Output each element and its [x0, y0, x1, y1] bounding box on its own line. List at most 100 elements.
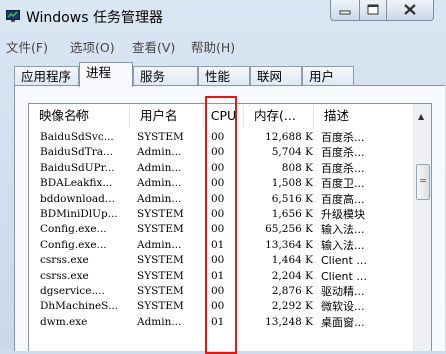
process-description: 输入法...	[321, 223, 365, 237]
process-memory: 12,688 K	[265, 131, 313, 143]
table-row[interactable]: BaiduSdTra... Admin... 00 5,704 K 百度杀...	[29, 145, 413, 160]
process-memory: 2,204 K	[271, 269, 313, 282]
process-user: SYSTEM	[137, 254, 184, 267]
table-row[interactable]: Config.exe... Admin... 01 13,364 K 输入法..…	[29, 238, 413, 253]
minimize-button[interactable]	[330, 0, 360, 21]
table-row[interactable]: BaiduSdSvc... SYSTEM 00 12,688 K 百度杀...	[29, 130, 413, 145]
menu-help[interactable]: 帮助(H)	[191, 37, 235, 56]
process-name: Config.exe...	[40, 223, 107, 236]
window-title: Windows 任务管理器	[26, 10, 163, 26]
process-list[interactable]: 映像名称 ▲ 用户名 CPU 内存(... 描述 BaiduSdSvc... S…	[28, 103, 432, 351]
process-description: 升级模块	[321, 207, 365, 221]
table-row[interactable]: BaiduSdUPr... Admin... 00 808 K 百度杀...	[29, 161, 413, 176]
table-row[interactable]: csrss.exe SYSTEM 01 2,204 K Client ...	[29, 269, 413, 284]
tab-bar: 应用程序 进程 服务 性能 联网 用户	[0, 62, 446, 87]
process-user: SYSTEM	[137, 300, 184, 313]
tab-applications[interactable]: 应用程序	[14, 66, 79, 86]
process-name: csrss.exe	[40, 254, 89, 267]
maximize-button[interactable]	[359, 0, 387, 21]
process-name: BaiduSdSvc...	[40, 131, 114, 143]
column-header-row: 映像名称 ▲ 用户名 CPU 内存(... 描述	[29, 104, 413, 130]
process-name: BaiduSdTra...	[40, 146, 114, 159]
close-button[interactable]	[386, 0, 434, 21]
process-cpu: 01	[211, 315, 225, 328]
process-description: 桌面窗...	[321, 315, 365, 329]
process-user: SYSTEM	[137, 269, 184, 282]
process-cpu: 00	[211, 192, 225, 205]
process-description: 百度高...	[321, 192, 365, 206]
title-bar[interactable]: Windows 任务管理器	[0, 0, 446, 32]
process-cpu: 00	[211, 146, 225, 159]
process-name: csrss.exe	[40, 269, 89, 282]
process-name: Config.exe...	[40, 238, 107, 251]
process-description: 百度卫...	[321, 177, 365, 191]
process-memory: 2,876 K	[271, 284, 313, 297]
menu-file[interactable]: 文件(F)	[6, 37, 48, 56]
process-user: Admin...	[137, 315, 182, 328]
column-header-label: 映像名称	[39, 108, 90, 123]
process-user: SYSTEM	[137, 284, 184, 297]
process-user: Admin...	[137, 161, 182, 174]
table-row[interactable]: csrss.exe SYSTEM 00 1,464 K Client ...	[29, 253, 413, 268]
tab-performance[interactable]: 性能	[198, 66, 250, 86]
process-cpu: 00	[211, 254, 225, 267]
grip-icon	[420, 179, 426, 182]
column-header-cpu[interactable]: CPU	[204, 104, 244, 128]
process-cpu: 00	[211, 300, 225, 313]
process-description: 百度杀...	[321, 131, 365, 144]
process-memory: 13,364 K	[265, 238, 313, 251]
process-cpu: 00	[211, 131, 225, 143]
process-description: 百度杀...	[321, 161, 365, 175]
tab-services[interactable]: 服务	[133, 66, 198, 86]
process-cpu: 00	[211, 284, 225, 297]
table-row[interactable]: BDALeakfix... Admin... 00 1,508 K 百度卫...	[29, 176, 413, 191]
process-description: Client ...	[321, 254, 367, 268]
process-cpu: 01	[211, 269, 225, 282]
process-description: Client ...	[321, 269, 367, 283]
process-cpu: 01	[211, 238, 225, 251]
maximize-icon	[367, 4, 379, 15]
process-memory: 1,656 K	[271, 207, 313, 220]
scrollbar-thumb[interactable]	[416, 164, 430, 200]
column-header-user[interactable]: 用户名	[130, 104, 204, 128]
process-user: Admin...	[137, 192, 182, 205]
process-name: dwm.exe	[40, 315, 88, 328]
minimize-icon	[339, 10, 351, 15]
vertical-scrollbar[interactable]: ▲	[413, 104, 431, 351]
process-memory: 5,704 K	[271, 146, 313, 159]
table-row[interactable]: dwm.exe Admin... 01 13,248 K 桌面窗...	[29, 315, 413, 330]
menu-options[interactable]: 选项(O)	[70, 37, 115, 56]
close-icon	[404, 4, 416, 15]
scroll-up-arrow-icon[interactable]: ▲	[418, 112, 424, 121]
table-row[interactable]: BDMiniDlUp... SYSTEM 00 1,656 K 升级模块	[29, 207, 413, 222]
process-description: 驱动精...	[321, 284, 365, 298]
process-name: dgservice....	[40, 284, 105, 297]
menu-view[interactable]: 查看(V)	[132, 37, 175, 56]
process-name: BDMiniDlUp...	[40, 207, 118, 220]
tab-users[interactable]: 用户	[302, 66, 354, 86]
process-memory: 1,508 K	[271, 177, 313, 190]
process-name: bddownload...	[40, 192, 115, 205]
table-row[interactable]: dgservice.... SYSTEM 00 2,876 K 驱动精...	[29, 284, 413, 299]
process-description: 百度杀...	[321, 146, 365, 160]
process-cpu: 00	[211, 161, 225, 174]
task-manager-window: Windows 任务管理器 文件(F) 选项(O) 查看(V) 帮助(H) 应用…	[0, 0, 446, 354]
table-row[interactable]: Config.exe... SYSTEM 00 65,256 K 输入法...	[29, 222, 413, 237]
column-header-image-name[interactable]: 映像名称 ▲	[29, 104, 130, 128]
table-row[interactable]: DhMachineS... SYSTEM 00 2,292 K 微软设...	[29, 299, 413, 314]
process-memory: 2,292 K	[271, 300, 313, 313]
process-user: SYSTEM	[137, 207, 184, 220]
tab-networking[interactable]: 联网	[250, 66, 302, 86]
process-memory: 808 K	[281, 161, 313, 174]
process-cpu: 00	[211, 177, 225, 190]
table-row[interactable]: bddownload... Admin... 00 6,516 K 百度高...	[29, 192, 413, 207]
task-manager-icon	[6, 10, 20, 22]
process-name: BDALeakfix...	[40, 177, 113, 190]
window-controls	[326, 0, 444, 22]
process-cpu: 00	[211, 223, 225, 236]
process-user: Admin...	[137, 146, 182, 159]
tab-processes[interactable]: 进程	[79, 62, 133, 87]
process-memory: 13,248 K	[265, 315, 313, 328]
column-header-memory[interactable]: 内存(...	[244, 104, 314, 128]
column-header-description[interactable]: 描述	[314, 104, 413, 128]
